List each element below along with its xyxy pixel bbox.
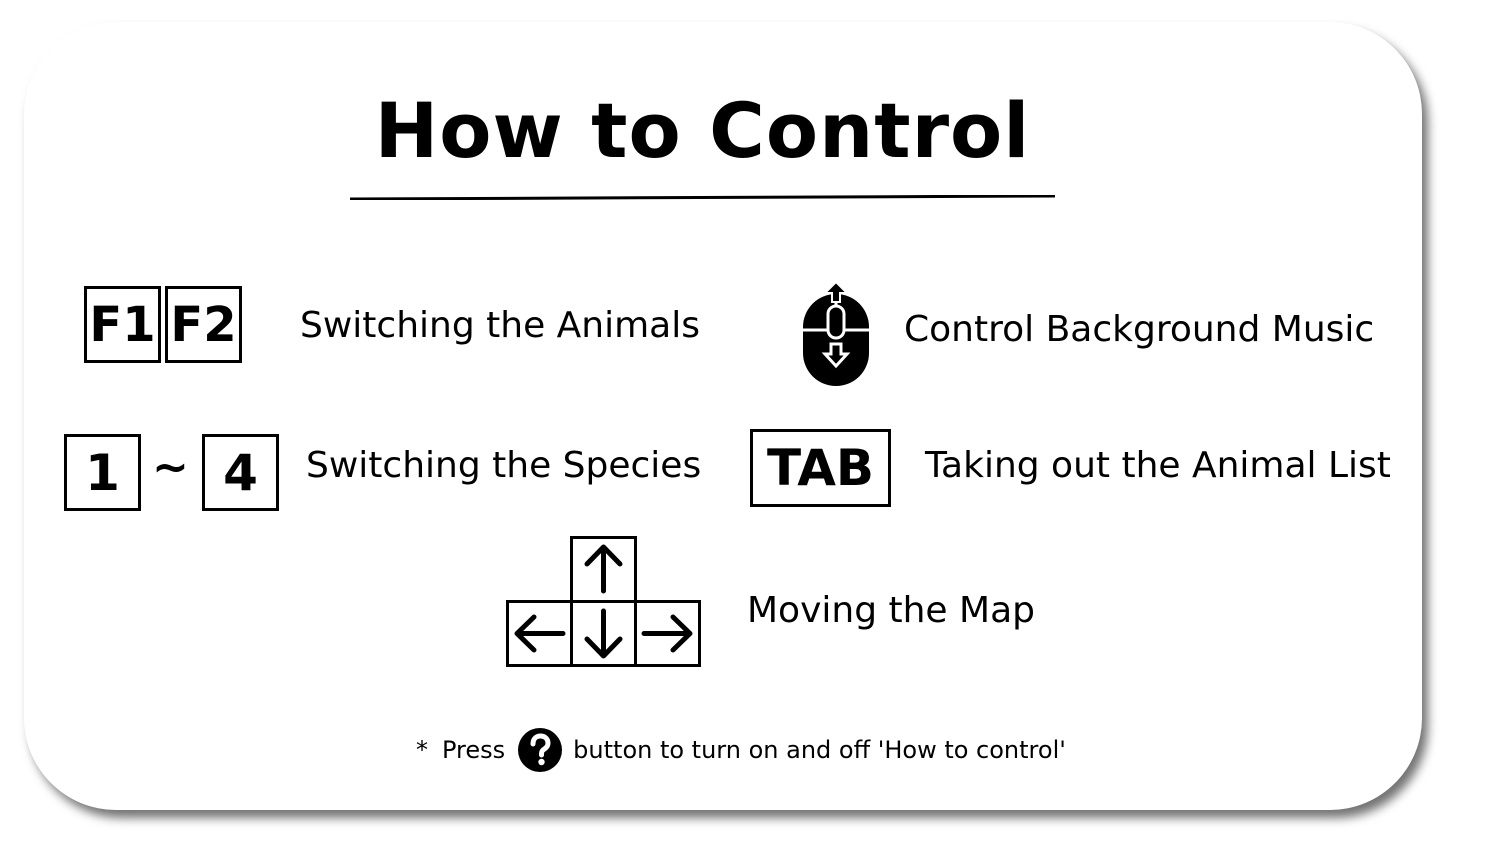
- arrow-left-key: [506, 600, 573, 667]
- footer-rest-text: button to turn on and off 'How to contro…: [573, 736, 1066, 764]
- arrow-right-key: [634, 600, 701, 667]
- animal-list-label: Taking out the Animal List: [925, 445, 1391, 486]
- arrow-right-icon: [641, 614, 693, 653]
- mouse-scroll-icon: [803, 280, 869, 386]
- question-circle-icon[interactable]: [517, 727, 563, 773]
- arrow-down-key: [570, 600, 637, 667]
- footer-press-text: Press: [442, 736, 506, 764]
- f1-key: F1: [84, 286, 161, 363]
- footer-asterisk: *: [416, 736, 428, 764]
- move-map-label: Moving the Map: [747, 590, 1035, 631]
- background-music-label: Control Background Music: [904, 309, 1375, 350]
- key-1: 1: [64, 434, 141, 511]
- arrow-up-key: [570, 536, 637, 603]
- footer-hint: * Press button to turn on and off 'How t…: [416, 728, 1066, 772]
- arrow-left-icon: [514, 614, 566, 653]
- key-4: 4: [202, 434, 279, 511]
- page-title: How to Control: [374, 86, 1031, 175]
- arrow-up-icon: [584, 544, 623, 594]
- f2-key: F2: [165, 286, 242, 363]
- title-underline: [350, 195, 1055, 200]
- switch-animals-label: Switching the Animals: [300, 305, 700, 346]
- arrow-down-icon: [584, 608, 623, 659]
- range-separator: ~: [152, 442, 189, 493]
- switch-species-label: Switching the Species: [306, 445, 702, 486]
- tab-key: TAB: [750, 429, 891, 507]
